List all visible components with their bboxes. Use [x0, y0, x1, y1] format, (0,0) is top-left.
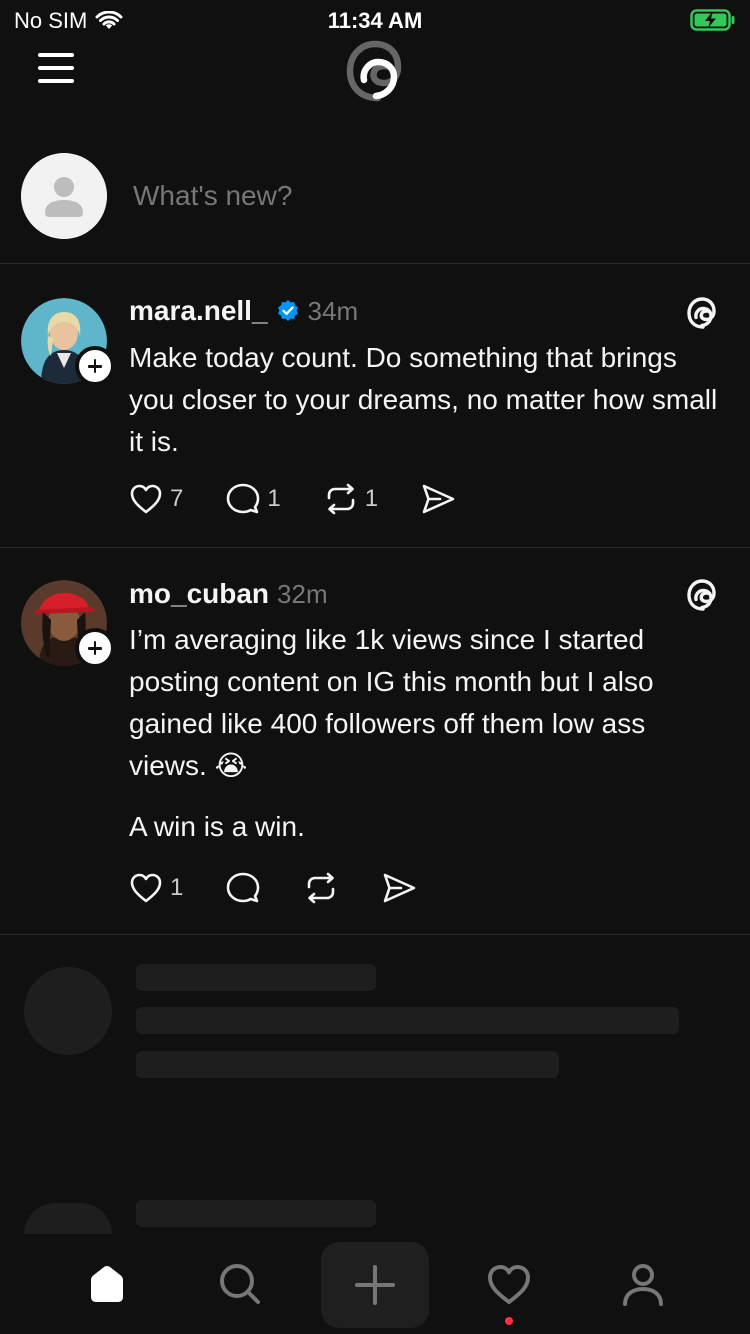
thread-post[interactable]: mo_cuban 32m I’m averaging like 1k views…	[0, 548, 750, 935]
post-header: mara.nell_ 34m	[129, 295, 358, 327]
threads-icon[interactable]	[684, 577, 720, 613]
skeleton-line	[136, 1007, 679, 1034]
author-avatar-container[interactable]	[21, 580, 115, 668]
like-count: 1	[170, 874, 184, 901]
share-button[interactable]	[381, 870, 417, 906]
skeleton-line	[136, 1200, 376, 1227]
tab-profile[interactable]	[613, 1254, 673, 1314]
repost-icon	[327, 483, 355, 515]
create-icon	[355, 1265, 395, 1305]
home-icon	[91, 1265, 123, 1302]
post-text-paragraph: A win is a win.	[129, 811, 305, 842]
send-icon	[384, 873, 416, 903]
comment-icon	[227, 872, 260, 903]
current-user-avatar[interactable]	[21, 153, 107, 239]
search-icon	[220, 1264, 260, 1304]
follow-plus-button[interactable]	[75, 628, 115, 668]
share-button[interactable]	[420, 481, 456, 517]
heart-icon	[130, 873, 162, 903]
verified-badge-icon	[277, 300, 298, 321]
tab-search[interactable]	[210, 1254, 270, 1314]
repost-button[interactable]: 1	[323, 481, 378, 517]
activity-icon	[488, 1265, 530, 1304]
skeleton-avatar	[24, 967, 112, 1055]
heart-icon	[130, 484, 162, 514]
thread-post[interactable]: mara.nell_ 34m Make today count. Do some…	[0, 265, 750, 548]
post-text: Make today count. Do something that brin…	[129, 342, 718, 457]
bottom-tab-bar	[0, 1234, 750, 1334]
tab-create[interactable]	[321, 1242, 429, 1328]
follow-plus-button[interactable]	[75, 346, 115, 386]
default-avatar-icon	[21, 153, 107, 239]
menu-button[interactable]	[36, 50, 76, 86]
author-avatar-container[interactable]	[21, 298, 115, 386]
repost-count: 1	[364, 485, 379, 512]
reply-count: 1	[267, 485, 281, 512]
post-header: mo_cuban 32m	[129, 578, 328, 610]
like-button[interactable]: 7	[128, 481, 183, 517]
activity-notification-dot	[505, 1317, 513, 1325]
comment-icon	[227, 483, 260, 514]
repost-button[interactable]	[303, 870, 339, 906]
threads-icon[interactable]	[684, 295, 720, 331]
new-thread-composer[interactable]: What's new?	[0, 130, 750, 264]
post-actions: 1	[128, 870, 459, 906]
like-button[interactable]: 1	[128, 870, 183, 906]
threads-logo	[346, 40, 402, 102]
post-username[interactable]: mo_cuban	[129, 578, 269, 610]
repost-icon	[308, 872, 335, 904]
status-bar: No SIM 11:34 AM	[0, 0, 750, 40]
tab-activity[interactable]	[479, 1254, 539, 1314]
post-actions: 7 1 1	[128, 481, 498, 517]
like-count: 7	[170, 485, 184, 512]
post-text: I’m averaging like 1k views since I star…	[129, 624, 654, 781]
battery-charging-icon	[690, 9, 735, 31]
skeleton-line	[136, 1051, 559, 1078]
reply-button[interactable]	[225, 870, 261, 906]
composer-placeholder[interactable]: What's new?	[133, 180, 292, 212]
tab-home[interactable]	[77, 1254, 137, 1314]
post-username[interactable]: mara.nell_	[129, 295, 268, 327]
send-icon	[422, 484, 455, 514]
profile-icon	[623, 1264, 663, 1306]
skeleton-avatar	[24, 1203, 112, 1234]
post-time: 34m	[307, 295, 359, 326]
skeleton-line	[136, 964, 376, 991]
reply-button[interactable]: 1	[225, 481, 281, 517]
status-time: 11:34 AM	[327, 8, 423, 33]
post-time: 32m	[277, 578, 328, 609]
